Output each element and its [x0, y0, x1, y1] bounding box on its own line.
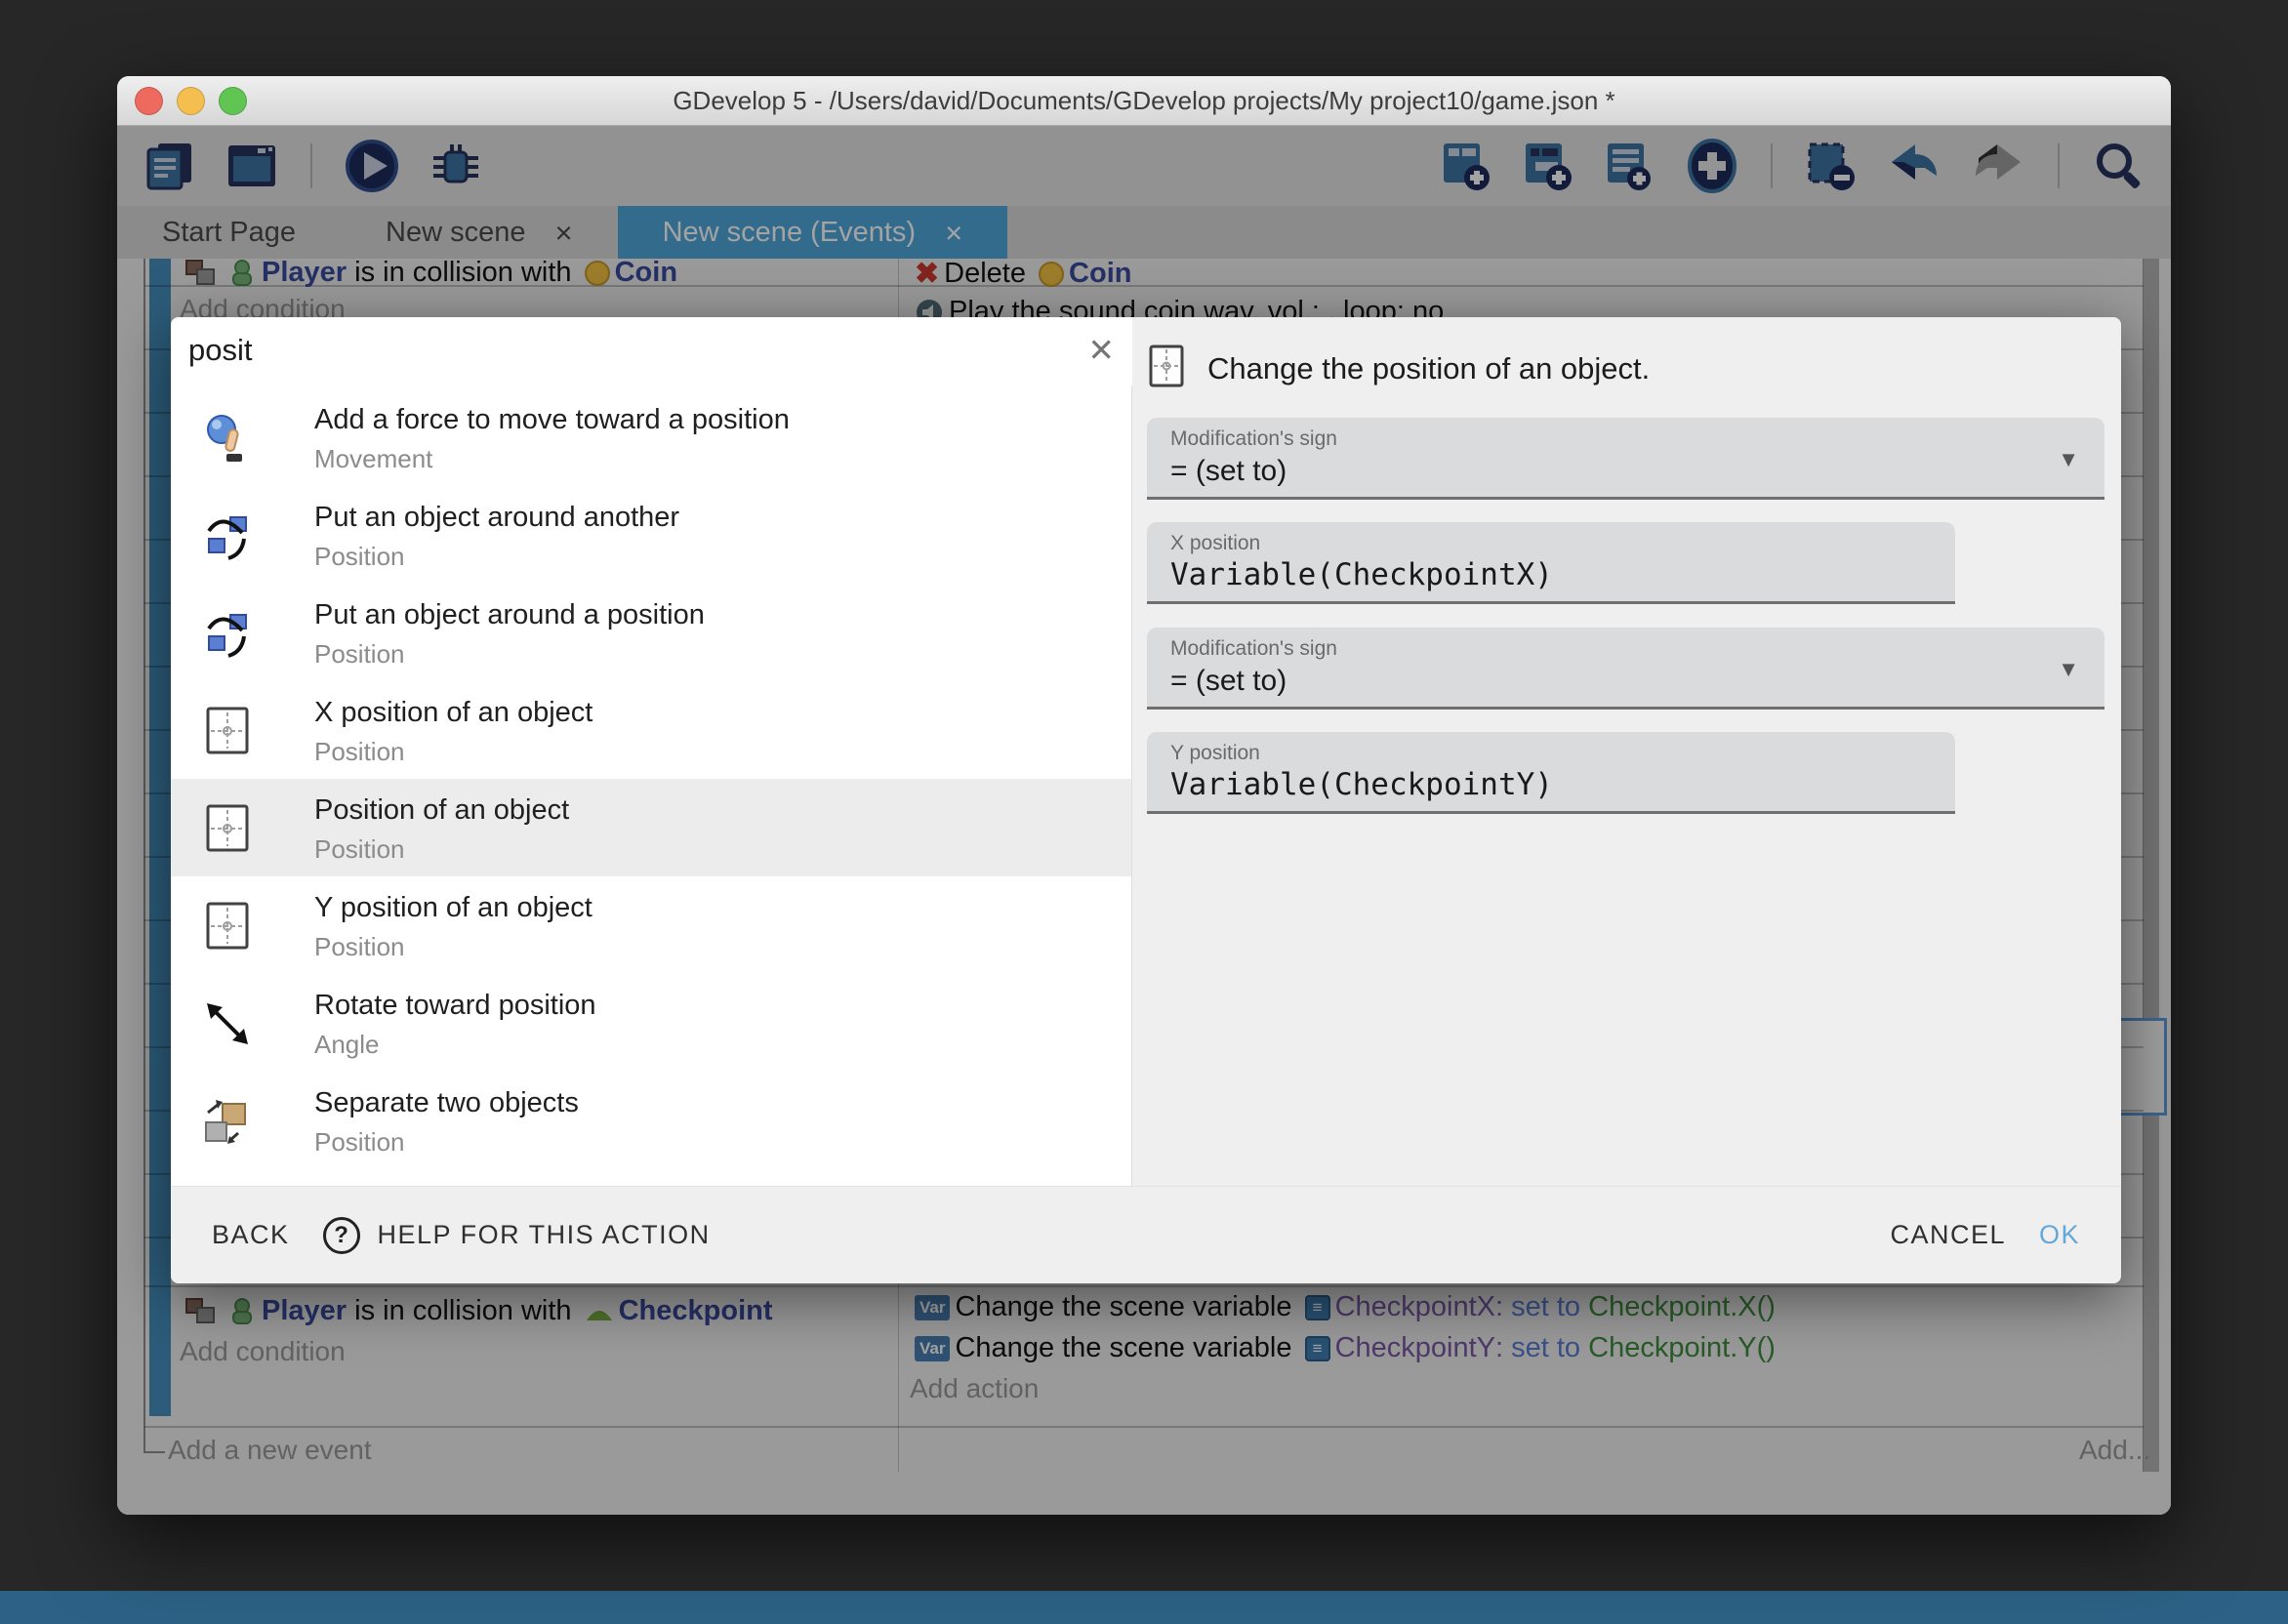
x-position-field[interactable]: X position Variable(CheckpointX)	[1147, 522, 1955, 604]
action-search-bar: posit ✕	[171, 317, 1132, 386]
app-window: GDevelop 5 - /Users/david/Documents/GDev…	[117, 76, 2171, 1515]
search-input[interactable]: posit	[188, 333, 252, 368]
position-icon	[1147, 345, 1186, 392]
app-content: Start Page New scene × New scene (Events…	[117, 126, 2171, 1515]
action-editor-dialog: posit ✕ Add a force to move toward a pos…	[171, 317, 2121, 1283]
action-config-panel: Change the position of an object. Modifi…	[1133, 317, 2121, 1186]
chevron-down-icon[interactable]: ▼	[2058, 447, 2079, 472]
window-title: GDevelop 5 - /Users/david/Documents/GDev…	[673, 86, 1614, 116]
ok-button[interactable]: OK	[2039, 1220, 2080, 1250]
action-list: Add a force to move toward a position Mo…	[171, 386, 1132, 1186]
position-icon	[198, 703, 257, 759]
list-item[interactable]: Put an object around another Position	[171, 486, 1131, 584]
position-icon	[198, 800, 257, 857]
y-position-field[interactable]: Y position Variable(CheckpointY)	[1147, 732, 1955, 814]
movement-icon	[198, 410, 257, 467]
separate-objects-icon	[198, 1093, 257, 1150]
panel-header: Change the position of an object.	[1147, 345, 1650, 392]
list-item[interactable]: Separate two objects Position	[171, 1072, 1131, 1169]
list-item[interactable]: Put an object around a position Position	[171, 584, 1131, 681]
list-item[interactable]: Add a force to move toward a position Mo…	[171, 388, 1131, 486]
list-item[interactable]: Y position of an object Position	[171, 876, 1131, 974]
rotate-icon	[198, 995, 257, 1052]
chevron-down-icon[interactable]: ▼	[2058, 657, 2079, 682]
list-item[interactable]: X position of an object Position	[171, 681, 1131, 779]
help-icon: ?	[323, 1217, 360, 1254]
titlebar: GDevelop 5 - /Users/david/Documents/GDev…	[117, 76, 2171, 126]
clear-search-icon[interactable]: ✕	[1087, 331, 1115, 369]
list-item[interactable]: Rotate toward position Angle	[171, 974, 1131, 1072]
dialog-footer: BACK ? HELP FOR THIS ACTION CANCEL OK	[171, 1186, 2121, 1283]
list-item-selected[interactable]: Position of an object Position	[171, 779, 1131, 876]
traffic-lights	[135, 87, 247, 115]
back-button[interactable]: BACK	[212, 1220, 290, 1250]
desktop: { "window": { "title": "GDevelop 5 - /Us…	[0, 0, 2288, 1624]
minimize-window-button[interactable]	[177, 87, 205, 115]
zoom-window-button[interactable]	[219, 87, 247, 115]
put-around-icon	[198, 508, 257, 564]
modification-sign-select[interactable]: Modification's sign = (set to) ▼	[1147, 418, 2104, 500]
help-button[interactable]: ? HELP FOR THIS ACTION	[323, 1217, 711, 1254]
close-window-button[interactable]	[135, 87, 163, 115]
put-around-icon	[198, 605, 257, 662]
modification-sign-select[interactable]: Modification's sign = (set to) ▼	[1147, 628, 2104, 710]
desktop-bottom-strip	[0, 1591, 2288, 1624]
position-icon	[198, 898, 257, 954]
panel-title: Change the position of an object.	[1207, 351, 1650, 386]
cancel-button[interactable]: CANCEL	[1890, 1220, 2006, 1250]
